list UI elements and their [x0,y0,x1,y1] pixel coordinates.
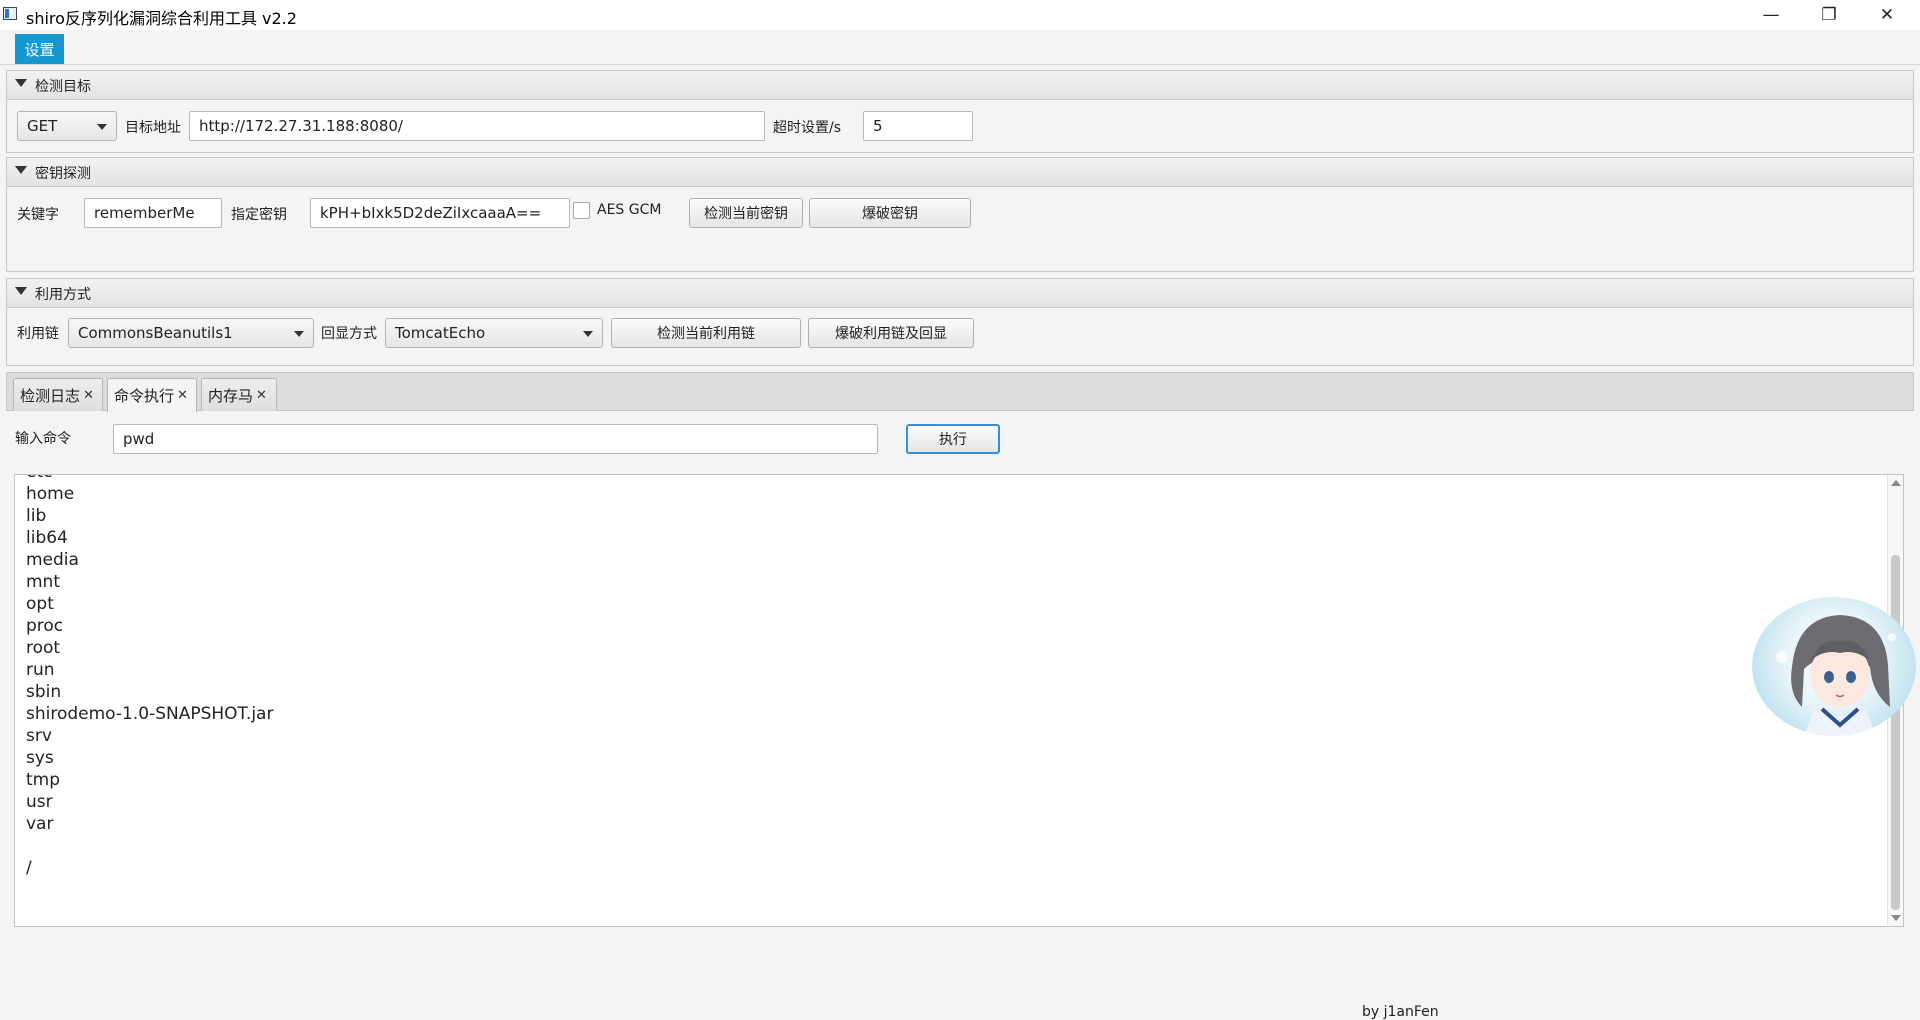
close-icon[interactable]: ✕ [177,388,188,403]
echo-method-select[interactable]: TomcatEcho [385,318,603,348]
timeout-label: 超时设置/s [773,120,842,136]
echo-label: 回显方式 [321,326,377,342]
exploit-section: 利用方式 利用链 CommonsBeanutils1 回显方式 TomcatEc… [6,278,1914,366]
app-icon [3,7,17,20]
execute-button[interactable]: 执行 [906,424,1000,454]
close-icon[interactable]: ✕ [83,388,94,403]
aes-gcm-label: AES GCM [597,202,662,218]
scroll-up-icon[interactable] [1891,480,1901,486]
tab-label: 内存马 [208,386,254,405]
command-input[interactable]: pwd [113,424,878,454]
exploit-section-header[interactable]: 利用方式 [7,279,1913,308]
brute-key-button[interactable]: 爆破密钥 [809,198,971,228]
close-icon[interactable]: ✕ [256,388,267,403]
chevron-down-icon [583,331,593,337]
brute-chain-button[interactable]: 爆破利用链及回显 [808,318,974,348]
key-input[interactable]: kPH+bIxk5D2deZiIxcaaaA== [310,198,570,228]
tab-detection-log[interactable]: 检测日志 ✕ [13,378,103,411]
exploit-section-title: 利用方式 [35,287,91,303]
settings-menu[interactable]: 设置 [15,34,64,64]
scroll-down-icon[interactable] [1891,915,1901,921]
minimize-icon[interactable]: — [1742,0,1800,30]
key-label: 指定密钥 [231,207,287,223]
command-label: 输入命令 [15,431,71,447]
anime-girl-avatar-image [1752,597,1916,736]
chevron-down-icon [97,124,107,130]
key-section-header[interactable]: 密钥探测 [7,158,1913,187]
tab-memory-shell[interactable]: 内存马 ✕ [201,378,277,411]
http-method-select[interactable]: GET [17,111,117,141]
author-credit: by j1anFen [1362,1004,1439,1020]
target-section-header[interactable]: 检测目标 [7,71,1913,100]
keyword-input[interactable]: rememberMe [84,198,222,228]
chain-label: 利用链 [17,326,59,342]
gadget-chain-select[interactable]: CommonsBeanutils1 [68,318,314,348]
check-chain-button[interactable]: 检测当前利用链 [611,318,801,348]
close-icon[interactable]: ✕ [1858,0,1916,30]
key-section: 密钥探测 关键字 rememberMe 指定密钥 kPH+bIxk5D2deZi… [6,157,1914,272]
title-bar: shiro反序列化漏洞综合利用工具 v2.2 — ❐ ✕ [0,0,1920,30]
http-method-value: GET [27,117,58,135]
check-key-button[interactable]: 检测当前密钥 [689,198,803,228]
window-title: shiro反序列化漏洞综合利用工具 v2.2 [26,9,297,28]
key-section-title: 密钥探测 [35,166,91,182]
collapse-arrow-icon [15,166,27,174]
timeout-input[interactable]: 5 [863,111,973,141]
target-section: 检测目标 GET 目标地址 http://172.27.31.188:8080/… [6,70,1914,153]
command-output[interactable]: etc home lib lib64 media mnt opt proc ro… [14,474,1904,927]
output-text: etc home lib lib64 media mnt opt proc ro… [26,475,274,878]
scroll-thumb[interactable] [1891,555,1900,910]
collapse-arrow-icon [15,287,27,295]
maximize-icon[interactable]: ❐ [1800,0,1858,30]
tab-label: 检测日志 [20,386,81,405]
url-label: 目标地址 [125,120,181,136]
tab-command-exec[interactable]: 命令执行 ✕ [107,378,197,412]
target-section-title: 检测目标 [35,79,91,95]
tab-label: 命令执行 [114,387,175,405]
tab-bar: 检测日志 ✕ 命令执行 ✕ 内存马 ✕ [6,372,1914,412]
keyword-label: 关键字 [17,207,59,223]
target-url-input[interactable]: http://172.27.31.188:8080/ [189,111,765,141]
collapse-arrow-icon [15,79,27,87]
chevron-down-icon [294,331,304,337]
gadget-chain-value: CommonsBeanutils1 [78,324,233,342]
menu-bar: 设置 [0,30,1920,65]
aes-gcm-checkbox[interactable] [573,202,590,219]
echo-method-value: TomcatEcho [395,324,486,342]
